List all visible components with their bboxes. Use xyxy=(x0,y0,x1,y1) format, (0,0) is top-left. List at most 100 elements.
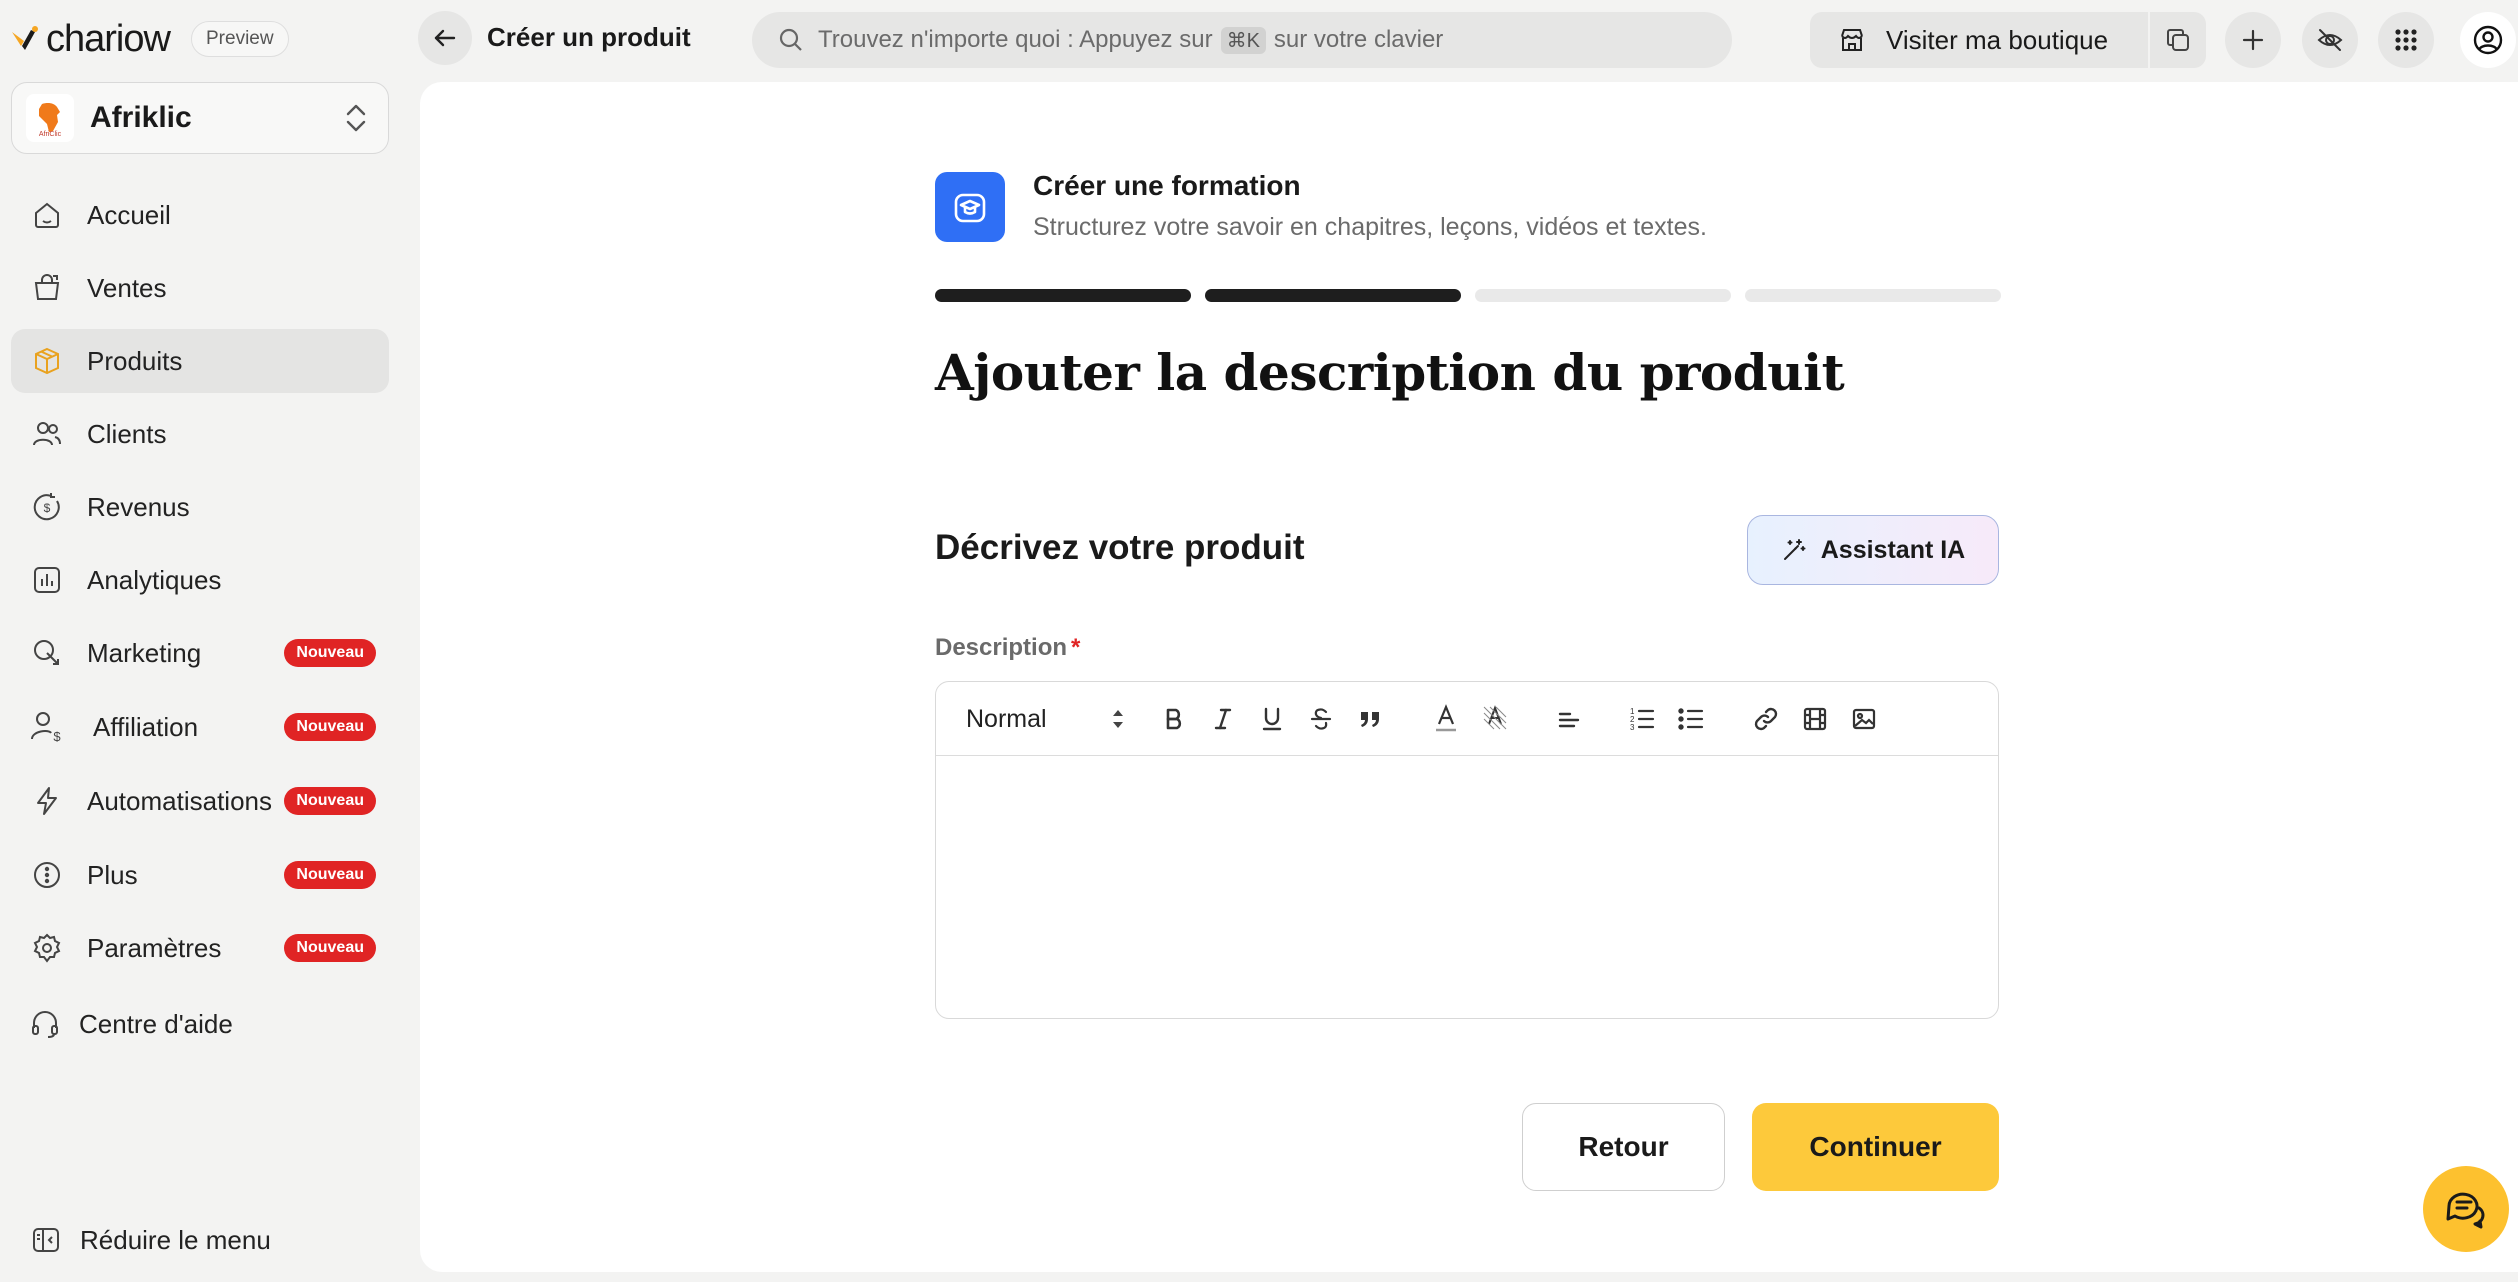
search-input[interactable]: Trouvez n'importe quoi : Appuyez sur ⌘K … xyxy=(752,12,1732,68)
strikethrough-button[interactable] xyxy=(1303,701,1339,737)
dollar-refresh-icon: $ xyxy=(29,489,65,525)
user-dollar-icon: $ xyxy=(29,709,65,745)
italic-icon xyxy=(1214,708,1232,730)
chevron-up-down-icon xyxy=(346,104,366,132)
sidebar-item-aide[interactable]: Centre d'aide xyxy=(11,992,389,1056)
support-chat-button[interactable] xyxy=(2423,1166,2509,1252)
box-icon xyxy=(29,343,65,379)
store-logo: AfriClic xyxy=(26,94,74,142)
underline-button[interactable] xyxy=(1254,701,1290,737)
sidebar-item-ventes[interactable]: Ventes xyxy=(11,256,389,320)
sidebar-item-marketing[interactable]: Marketing Nouveau xyxy=(11,621,389,685)
description-textarea[interactable] xyxy=(936,757,1998,1019)
profile-button[interactable] xyxy=(2460,12,2516,68)
sidebar-item-label: Automatisations xyxy=(87,785,272,816)
strikethrough-icon xyxy=(1310,708,1332,730)
brand-name: chariow xyxy=(46,17,171,60)
description-label-text: Description xyxy=(935,634,1068,661)
text-color-button[interactable] xyxy=(1428,701,1464,737)
back-step-button[interactable]: Retour xyxy=(1522,1103,1725,1191)
apps-button[interactable] xyxy=(2378,12,2434,68)
sidebar-collapse-icon xyxy=(28,1222,64,1258)
visit-shop-button[interactable]: Visiter ma boutique xyxy=(1810,12,2148,68)
format-select-value: Normal xyxy=(966,704,1047,733)
shopping-bag-icon xyxy=(29,270,65,306)
sidebar-item-automatisations[interactable]: Automatisations Nouveau xyxy=(11,769,389,833)
visit-shop-label: Visiter ma boutique xyxy=(1886,24,2109,55)
africa-map-icon: AfriClic xyxy=(39,103,62,138)
description-editor: Normal 123 xyxy=(935,681,1999,1019)
bullet-list-button[interactable] xyxy=(1673,701,1709,737)
new-badge: Nouveau xyxy=(284,787,376,815)
quote-icon xyxy=(1361,712,1379,727)
reduce-menu-button[interactable]: Réduire le menu xyxy=(28,1220,271,1260)
lightning-icon xyxy=(29,783,65,819)
reduce-menu-label: Réduire le menu xyxy=(80,1224,271,1255)
ai-assistant-label: Assistant IA xyxy=(1820,535,1966,564)
course-type-icon xyxy=(935,172,1005,242)
align-left-icon xyxy=(1558,712,1580,728)
megaphone-icon xyxy=(29,635,65,671)
select-arrows-icon xyxy=(1113,710,1123,728)
new-badge: Nouveau xyxy=(284,713,376,741)
format-select[interactable]: Normal xyxy=(966,701,1126,737)
new-badge: Nouveau xyxy=(284,639,376,667)
ordered-list-icon: 123 xyxy=(1630,707,1655,732)
sidebar-item-label: Marketing xyxy=(87,637,202,668)
quote-button[interactable] xyxy=(1352,701,1388,737)
store-logo-text: AfriClic xyxy=(39,131,62,138)
search-icon xyxy=(779,28,802,51)
sidebar-item-label: Plus xyxy=(87,859,138,890)
brand-logo[interactable]: chariow xyxy=(10,12,171,66)
svg-text:$: $ xyxy=(53,729,61,744)
sidebar-item-produits[interactable]: Produits xyxy=(11,329,389,393)
eye-off-icon xyxy=(2317,29,2343,51)
sidebar-item-label: Accueil xyxy=(87,199,171,230)
text-color-icon xyxy=(1436,704,1456,732)
sidebar-item-accueil[interactable]: Accueil xyxy=(11,183,389,247)
create-button[interactable] xyxy=(2225,12,2281,68)
sidebar-item-clients[interactable]: Clients xyxy=(11,402,389,466)
highlight-color-button[interactable] xyxy=(1477,701,1513,737)
user-circle-icon xyxy=(2473,25,2503,55)
film-icon xyxy=(1803,707,1827,731)
link-button[interactable] xyxy=(1748,701,1784,737)
sidebar-item-parametres[interactable]: Paramètres Nouveau xyxy=(11,916,389,980)
store-name: Afriklic xyxy=(90,101,192,134)
sidebar-item-analytiques[interactable]: Analytiques xyxy=(11,548,389,612)
italic-button[interactable] xyxy=(1205,701,1241,737)
sidebar-item-label: Analytiques xyxy=(87,564,222,595)
continue-button[interactable]: Continuer xyxy=(1752,1103,1999,1191)
new-badge: Nouveau xyxy=(284,861,376,889)
sidebar-item-label: Ventes xyxy=(87,272,167,303)
headset-icon xyxy=(27,1006,63,1042)
back-button[interactable] xyxy=(418,11,472,65)
bold-button[interactable] xyxy=(1156,701,1192,737)
image-icon xyxy=(1852,708,1876,730)
highlight-icon xyxy=(1483,705,1507,730)
sidebar-item-label: Centre d'aide xyxy=(79,1008,233,1039)
main-panel xyxy=(420,82,2518,1272)
search-placeholder-start: Trouvez n'importe quoi : Appuyez sur xyxy=(818,26,1213,53)
ordered-list-button[interactable]: 123 xyxy=(1624,701,1660,737)
copy-link-button[interactable] xyxy=(2150,12,2206,68)
hide-amounts-button[interactable] xyxy=(2302,12,2358,68)
magic-wand-icon xyxy=(1783,539,1806,560)
copy-icon xyxy=(2167,29,2189,51)
align-button[interactable] xyxy=(1551,701,1587,737)
link-icon xyxy=(1754,707,1778,731)
preview-badge: Preview xyxy=(191,21,289,57)
page-title: Créer un produit xyxy=(487,22,691,52)
chat-icon xyxy=(2446,1192,2485,1229)
sidebar-item-affiliation[interactable]: $ Affiliation Nouveau xyxy=(11,695,389,759)
sidebar-item-revenus[interactable]: $ Revenus xyxy=(11,475,389,539)
users-icon xyxy=(29,416,65,452)
ai-assistant-button[interactable]: Assistant IA xyxy=(1747,515,1999,585)
sidebar-item-label: Paramètres xyxy=(87,932,222,963)
section-title: Décrivez votre produit xyxy=(935,528,1305,567)
image-button[interactable] xyxy=(1846,701,1882,737)
video-button[interactable] xyxy=(1797,701,1833,737)
store-switcher[interactable]: AfriClic Afriklic xyxy=(11,82,389,154)
sidebar-item-plus[interactable]: Plus Nouveau xyxy=(11,843,389,907)
chariow-logo-icon xyxy=(12,26,38,50)
